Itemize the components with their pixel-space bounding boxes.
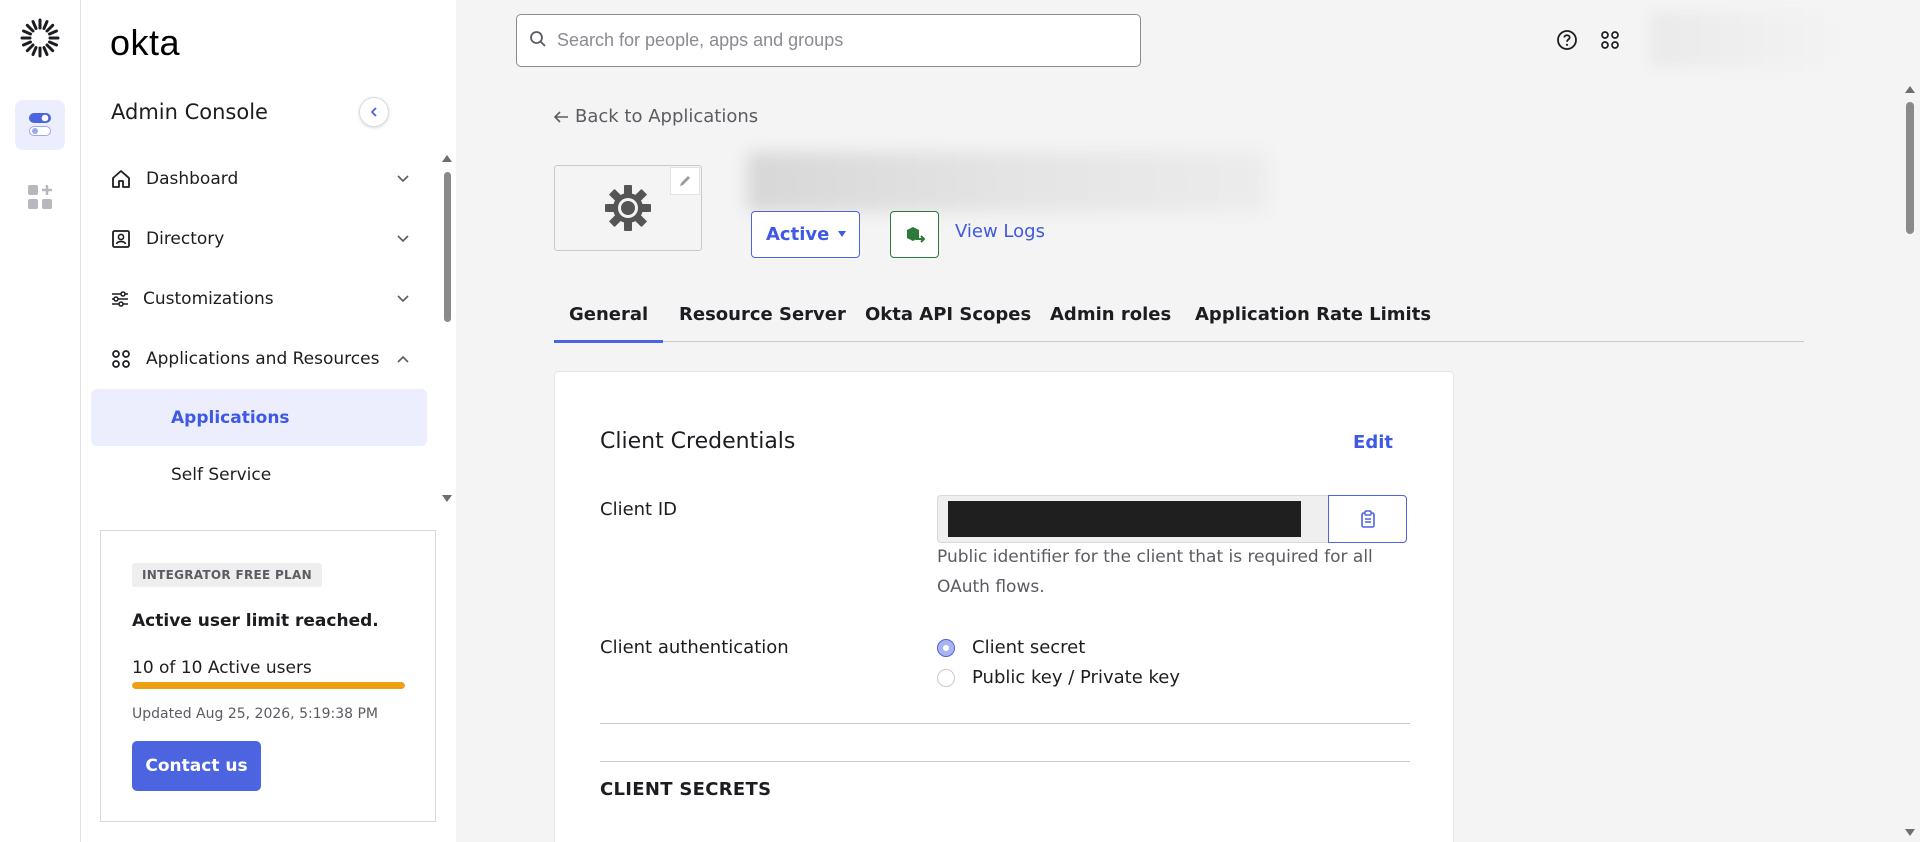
search-input[interactable]	[557, 30, 1117, 51]
plan-usage-fill	[132, 682, 405, 689]
section-divider	[600, 723, 1410, 724]
sidebar-subitem-self-service[interactable]: Self Service	[91, 446, 427, 503]
user-menu-redacted[interactable]	[1650, 12, 1855, 67]
status-dropdown[interactable]: Active	[751, 211, 860, 258]
plan-badge: INTEGRATOR FREE PLAN	[132, 563, 322, 587]
chevron-down-icon[interactable]	[396, 231, 410, 251]
radio-label: Client secret	[972, 637, 1086, 658]
help-icon[interactable]	[1555, 28, 1579, 52]
client-id-label: Client ID	[600, 499, 678, 520]
plan-users-count: 10 of 10 Active users	[132, 658, 312, 678]
sidebar-scrollbar[interactable]	[441, 150, 453, 506]
sidebar-item-customizations[interactable]: Customizations	[110, 284, 410, 314]
gear-icon	[605, 185, 651, 231]
radio-button-checked[interactable]	[937, 638, 955, 657]
push-app-button[interactable]	[890, 211, 939, 258]
section-divider	[600, 761, 1410, 762]
sidebar-item-label: Customizations	[143, 289, 274, 309]
search-bar[interactable]	[516, 14, 1141, 67]
client-id-help: Public identifier for the client that is…	[937, 547, 1373, 597]
sidebar-item-directory[interactable]: Directory	[110, 224, 410, 254]
edit-button[interactable]: Edit	[1353, 432, 1393, 453]
radio-label: Public key / Private key	[972, 667, 1180, 688]
arrow-left-icon	[553, 110, 568, 123]
sidebar-item-label: Directory	[146, 229, 225, 249]
sliders-icon	[110, 288, 129, 310]
sidebar-item-applications-and-resources[interactable]: Applications and Resources	[110, 344, 410, 374]
search-icon	[529, 30, 547, 52]
client-auth-label: Client authentication	[600, 637, 789, 658]
chevron-down-icon[interactable]	[396, 171, 410, 191]
pencil-icon	[680, 176, 690, 186]
client-credentials-card: Client Credentials Edit Client ID Public…	[554, 371, 1454, 842]
card-title: Client Credentials	[600, 429, 796, 454]
okta-burst-icon[interactable]	[19, 17, 61, 59]
client-id-redacted	[948, 501, 1301, 537]
app-tabs: General Resource Server Okta API Scopes …	[553, 294, 1804, 343]
chevron-up-icon[interactable]	[396, 351, 410, 371]
home-icon	[110, 168, 132, 190]
plan-heading: Active user limit reached.	[132, 611, 379, 631]
apps-grid-icon	[110, 348, 132, 370]
radio-button[interactable]	[937, 668, 955, 687]
chevron-left-icon	[370, 107, 377, 117]
back-link-label: Back to Applications	[575, 106, 759, 127]
admin-toggle-icon[interactable]	[15, 100, 65, 150]
console-title: Admin Console	[111, 100, 268, 124]
back-to-applications-link[interactable]: Back to Applications	[553, 106, 758, 127]
caret-down-icon	[838, 231, 846, 237]
plan-updated: Updated Aug 25, 2026, 5:19:38 PM	[132, 706, 379, 722]
tab-general[interactable]: General	[553, 304, 664, 343]
sidebar: okta Admin Console Dashboard Directory C…	[81, 0, 456, 842]
directory-icon	[110, 228, 132, 250]
collapse-sidebar-button[interactable]	[359, 97, 389, 127]
sidebar-item-label: Dashboard	[146, 169, 239, 189]
app-name-redacted	[747, 152, 1267, 212]
package-arrow-icon	[906, 226, 925, 243]
tab-application-rate-limits[interactable]: Application Rate Limits	[1195, 304, 1431, 325]
tab-admin-roles[interactable]: Admin roles	[1050, 304, 1171, 325]
client-id-value[interactable]	[937, 495, 1329, 543]
page-scroll-thumb[interactable]	[1906, 102, 1914, 234]
sidebar-subitem-applications[interactable]: Applications	[91, 389, 427, 446]
app-logo	[554, 165, 702, 251]
status-label: Active	[766, 224, 830, 245]
chevron-down-icon[interactable]	[396, 291, 410, 311]
app-switcher-icon[interactable]	[1598, 28, 1622, 52]
client-id-field	[937, 495, 1407, 543]
plan-card: INTEGRATOR FREE PLAN Active user limit r…	[100, 530, 436, 822]
plan-usage-bar	[132, 682, 405, 689]
sidebar-scroll-thumb[interactable]	[444, 172, 451, 322]
product-rail	[0, 0, 81, 842]
clipboard-icon	[1360, 510, 1375, 528]
edit-logo-button[interactable]	[670, 167, 700, 195]
add-apps-icon[interactable]	[15, 172, 65, 222]
sidebar-item-dashboard[interactable]: Dashboard	[110, 164, 410, 194]
client-secrets-title: CLIENT SECRETS	[600, 779, 772, 800]
sidebar-nav: Dashboard Directory Customizations Appli…	[81, 150, 436, 506]
radio-public-private-key[interactable]: Public key / Private key	[937, 667, 1180, 688]
okta-logo[interactable]: okta	[110, 22, 180, 64]
view-logs-link[interactable]: View Logs	[955, 221, 1045, 242]
radio-client-secret[interactable]: Client secret	[937, 637, 1085, 658]
page-scrollbar[interactable]	[1900, 82, 1920, 842]
sidebar-item-label: Applications and Resources	[146, 349, 380, 369]
tab-resource-server[interactable]: Resource Server	[679, 304, 846, 325]
copy-client-id-button[interactable]	[1328, 495, 1407, 543]
tab-okta-api-scopes[interactable]: Okta API Scopes	[865, 304, 1031, 325]
contact-us-button[interactable]: Contact us	[132, 741, 261, 791]
